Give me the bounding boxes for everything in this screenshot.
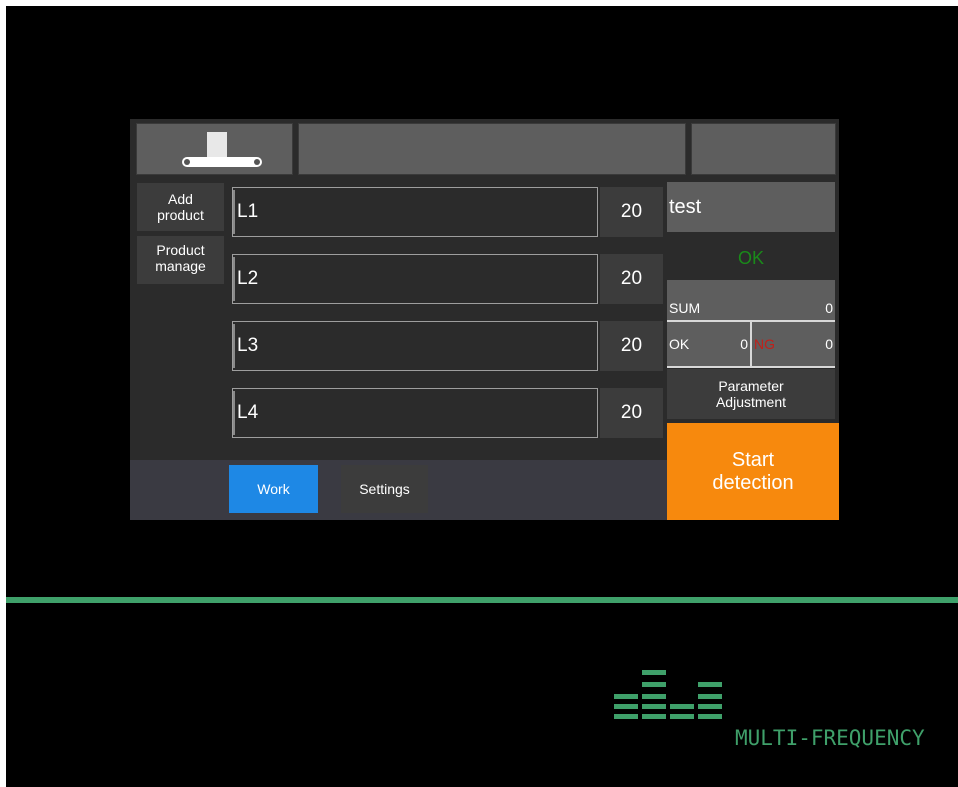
input-caret	[233, 257, 235, 301]
lane-value-l2[interactable]: 20	[600, 254, 663, 304]
lane-field-l1[interactable]: L1	[232, 187, 598, 237]
conveyor-home-button[interactable]	[136, 123, 293, 175]
product-name: test	[667, 182, 835, 232]
add-product-button[interactable]: Add product	[137, 183, 224, 231]
sum-label: SUM	[669, 300, 701, 316]
input-caret	[233, 324, 235, 368]
lane-field-l3[interactable]: L3	[232, 321, 598, 371]
lane-label: L4	[237, 402, 259, 423]
header-title-panel	[298, 123, 686, 175]
parameter-adjustment-button[interactable]: Parameter Adjustment	[667, 369, 835, 419]
lane-value-l3[interactable]: 20	[600, 321, 663, 371]
ng-label: NG	[754, 336, 775, 352]
sum-value: 0	[825, 300, 833, 316]
lane-label: L3	[237, 335, 259, 356]
sum-counter: SUM 0	[667, 280, 835, 320]
start-detection-button[interactable]: Start detection	[667, 423, 839, 520]
input-caret	[233, 190, 235, 234]
conveyor-belt-icon	[182, 132, 262, 167]
ok-counter: OK 0	[667, 322, 750, 366]
lane-value-l1[interactable]: 20	[600, 187, 663, 237]
input-caret	[233, 391, 235, 435]
ng-counter: NG 0	[752, 322, 835, 366]
lane-field-l2[interactable]: L2	[232, 254, 598, 304]
tab-settings[interactable]: Settings	[341, 465, 428, 513]
hmi-screen: Add product Product manage L1 20 L2 20 L…	[130, 119, 839, 520]
ok-label: OK	[669, 336, 690, 352]
divider	[667, 366, 835, 368]
lane-value-l4[interactable]: 20	[600, 388, 663, 438]
divider	[6, 597, 958, 603]
ng-value: 0	[825, 336, 833, 352]
lane-label: L1	[237, 201, 259, 222]
status-indicator: OK	[667, 236, 835, 280]
header-right-panel	[691, 123, 836, 175]
lane-field-l4[interactable]: L4	[232, 388, 598, 438]
tab-work[interactable]: Work	[229, 465, 318, 513]
ok-value: 0	[740, 336, 748, 352]
product-manage-button[interactable]: Product manage	[137, 236, 224, 284]
brand-logo-text: MULTI-FREQUENCY	[735, 726, 925, 750]
lane-label: L2	[237, 268, 259, 289]
